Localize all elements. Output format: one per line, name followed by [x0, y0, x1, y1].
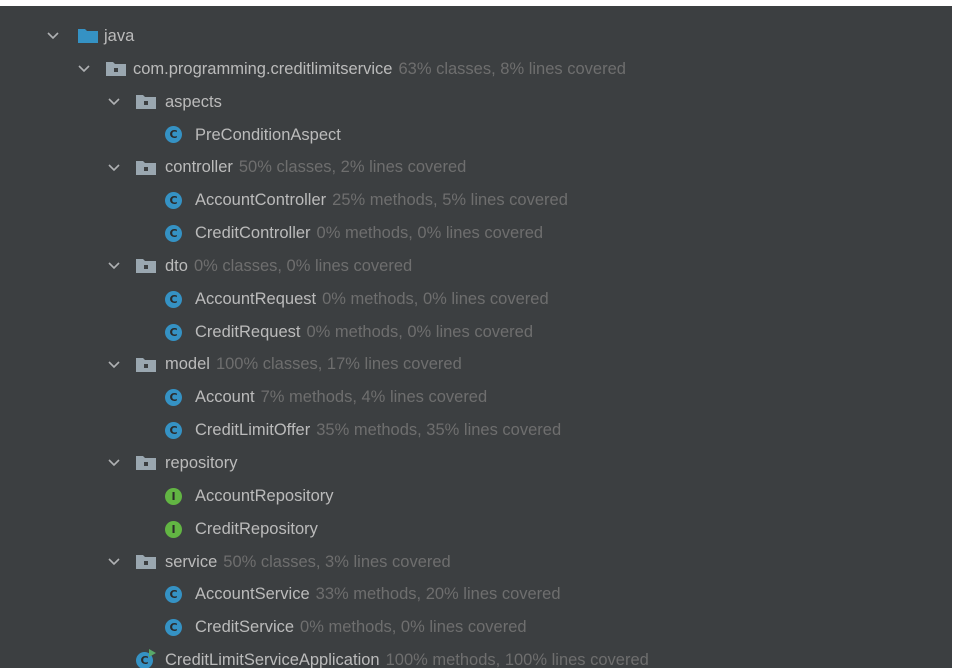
tree-node-accountcontroller[interactable]: C AccountController 25% methods, 5% lines… [0, 184, 952, 217]
tree-node-label: aspects [165, 92, 222, 111]
class-icon: C [165, 283, 183, 316]
class-icon: C [165, 184, 183, 217]
tree-node-creditrequest[interactable]: C CreditRequest 0% methods, 0% lines cove… [0, 316, 952, 349]
tree-node-label: com.programming.creditlimitservice 63% cl… [133, 59, 626, 78]
tree-node-account[interactable]: C Account 7% methods, 4% lines covered [0, 381, 952, 414]
tree-node-creditlimitoffer[interactable]: C CreditLimitOffer 35% methods, 35% lines… [0, 414, 952, 447]
tree-node-label: CreditRequest 0% methods, 0% lines covere… [195, 322, 534, 341]
tree-node-accountrequest[interactable]: C AccountRequest 0% methods, 0% lines cov… [0, 283, 952, 316]
source-folder-icon [78, 20, 98, 53]
tree-node-label: AccountRepository [195, 486, 334, 505]
package-icon [136, 546, 156, 579]
tree-node-label: controller 50% classes, 2% lines covered [165, 158, 467, 177]
chevron-down-icon[interactable] [107, 250, 121, 283]
tree-node-label: CreditRepository [195, 519, 318, 538]
package-icon [136, 151, 156, 184]
package-icon [106, 53, 126, 86]
chevron-down-icon[interactable] [107, 546, 121, 579]
tree-node-label: AccountService 33% methods, 20% lines cov… [195, 585, 561, 604]
class-icon: C [165, 381, 183, 414]
project-tree: java com.programming.creditlimitservice 6… [0, 20, 952, 668]
chevron-down-icon[interactable] [107, 86, 121, 119]
tree-node-label: dto 0% classes, 0% lines covered [165, 256, 413, 275]
tree-node-label: PreConditionAspect [195, 125, 341, 144]
class-icon: C [165, 611, 183, 644]
chevron-down-icon[interactable] [107, 447, 121, 480]
package-icon [136, 86, 156, 119]
tree-node-preconditionaspect[interactable]: C PreConditionAspect [0, 119, 952, 152]
chevron-down-icon[interactable] [46, 20, 60, 53]
tree-node-label: service 50% classes, 3% lines covered [165, 552, 451, 571]
tree-node-repository[interactable]: repository [0, 447, 952, 480]
tree-node-label: Account 7% methods, 4% lines covered [195, 388, 488, 407]
tree-node-label: CreditService 0% methods, 0% lines covere… [195, 618, 527, 637]
tree-node-model[interactable]: model 100% classes, 17% lines covered [0, 348, 952, 381]
class-icon: C [165, 217, 183, 250]
tree-node-java[interactable]: java [0, 20, 952, 53]
tree-node-controller[interactable]: controller 50% classes, 2% lines covered [0, 151, 952, 184]
tree-node-label: AccountRequest 0% methods, 0% lines cover… [195, 289, 549, 308]
run-arrow-icon [149, 648, 156, 657]
tree-node-creditrepository[interactable]: I CreditRepository [0, 513, 952, 546]
tree-node-aspects[interactable]: aspects [0, 86, 952, 119]
package-icon [136, 447, 156, 480]
tree-node-accountservice[interactable]: C AccountService 33% methods, 20% lines c… [0, 578, 952, 611]
package-icon [136, 250, 156, 283]
tree-node-application[interactable]: C CreditLimitServiceApplication 100% meth… [0, 644, 952, 668]
tree-node-label: repository [165, 453, 238, 472]
chevron-down-icon[interactable] [107, 151, 121, 184]
class-icon: C [165, 316, 183, 349]
tree-node-label: CreditLimitServiceApplication 100% method… [165, 651, 649, 668]
interface-icon: I [165, 513, 183, 546]
chevron-down-icon[interactable] [107, 348, 121, 381]
coverage-project-tree-panel: java com.programming.creditlimitservice 6… [0, 6, 952, 668]
class-icon: C [165, 414, 183, 447]
tree-node-service[interactable]: service 50% classes, 3% lines covered [0, 546, 952, 579]
class-icon: C [165, 119, 183, 152]
interface-icon: I [165, 480, 183, 513]
tree-node-package[interactable]: com.programming.creditlimitservice 63% cl… [0, 53, 952, 86]
tree-node-dto[interactable]: dto 0% classes, 0% lines covered [0, 250, 952, 283]
spring-boot-application-class-icon: C [136, 644, 156, 668]
tree-node-creditservice[interactable]: C CreditService 0% methods, 0% lines cove… [0, 611, 952, 644]
tree-node-label: model 100% classes, 17% lines covered [165, 355, 462, 374]
class-icon: C [165, 578, 183, 611]
chevron-down-icon[interactable] [77, 53, 91, 86]
tree-node-label: AccountController 25% methods, 5% lines c… [195, 191, 568, 210]
tree-node-label: java [104, 27, 135, 45]
tree-node-creditcontroller[interactable]: C CreditController 0% methods, 0% lines c… [0, 217, 952, 250]
tree-node-label: CreditController 0% methods, 0% lines cov… [195, 224, 544, 243]
package-icon [136, 348, 156, 381]
tree-node-label: CreditLimitOffer 35% methods, 35% lines c… [195, 421, 562, 440]
tree-node-accountrepository[interactable]: I AccountRepository [0, 480, 952, 513]
